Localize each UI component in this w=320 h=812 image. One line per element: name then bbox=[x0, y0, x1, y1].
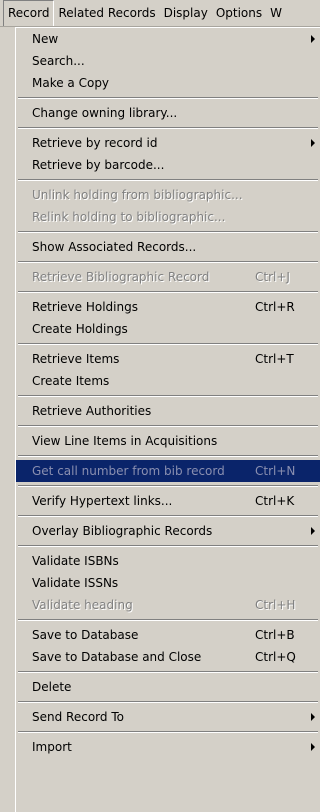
menu-item-relink-holding-to-bibliographic: Relink holding to bibliographic... bbox=[16, 206, 320, 228]
menu-separator bbox=[16, 422, 320, 430]
menu-item-new[interactable]: New bbox=[16, 28, 320, 50]
menu-separator bbox=[16, 616, 320, 624]
menu-item-shortcut: Ctrl+R bbox=[255, 300, 295, 314]
menu-item-label: Unlink holding from bibliographic... bbox=[32, 188, 243, 202]
menu-separator bbox=[16, 452, 320, 460]
menu-item-label: Validate ISBNs bbox=[32, 554, 119, 568]
menu-item-label: Save to Database and Close bbox=[32, 650, 202, 664]
menu-item-label: Retrieve Holdings bbox=[32, 300, 138, 314]
menu-item-label: View Line Items in Acquisitions bbox=[32, 434, 218, 448]
record-dropdown-menu: New Search... Make a Copy Change owning lib… bbox=[15, 27, 320, 812]
menu-item-label: Retrieve by barcode... bbox=[32, 158, 165, 172]
menu-item-send-record-to[interactable]: Send Record To bbox=[16, 706, 320, 728]
menu-item-label: Relink holding to bibliographic... bbox=[32, 210, 226, 224]
menu-separator bbox=[16, 482, 320, 490]
menu-item-retrieve-bibliographic-record: Retrieve Bibliographic Record Ctrl+J bbox=[16, 266, 320, 288]
menu-item-shortcut: Ctrl+K bbox=[255, 494, 295, 508]
menu-separator bbox=[16, 728, 320, 736]
menu-item-shortcut: Ctrl+J bbox=[255, 270, 290, 284]
menu-item-retrieve-authorities[interactable]: Retrieve Authorities bbox=[16, 400, 320, 422]
menu-item-verify-hypertext-links[interactable]: Verify Hypertext links... Ctrl+K bbox=[16, 490, 320, 512]
menu-separator bbox=[16, 258, 320, 266]
menu-item-overlay-bibliographic-records[interactable]: Overlay Bibliographic Records bbox=[16, 520, 320, 542]
menu-item-label: Retrieve Authorities bbox=[32, 404, 152, 418]
menu-item-label: Retrieve Bibliographic Record bbox=[32, 270, 210, 284]
submenu-arrow-icon bbox=[311, 139, 315, 147]
menu-separator bbox=[16, 392, 320, 400]
menu-item-get-call-number-from-bib-record[interactable]: Get call number from bib record Ctrl+N bbox=[16, 460, 320, 482]
menu-item-label: New bbox=[32, 32, 59, 46]
menu-item-retrieve-holdings[interactable]: Retrieve Holdings Ctrl+R bbox=[16, 296, 320, 318]
menu-item-show-associated-records[interactable]: Show Associated Records... bbox=[16, 236, 320, 258]
menu-item-label: Retrieve by record id bbox=[32, 136, 158, 150]
menu-separator bbox=[16, 542, 320, 550]
submenu-arrow-icon bbox=[311, 743, 315, 751]
menu-item-label: Show Associated Records... bbox=[32, 240, 197, 254]
menu-item-shortcut: Ctrl+N bbox=[255, 464, 296, 478]
menu-item-label: Create Holdings bbox=[32, 322, 128, 336]
menu-item-delete[interactable]: Delete bbox=[16, 676, 320, 698]
menu-separator bbox=[16, 176, 320, 184]
menu-item-validate-isbns[interactable]: Validate ISBNs bbox=[16, 550, 320, 572]
submenu-arrow-icon bbox=[311, 527, 315, 535]
menu-item-make-a-copy[interactable]: Make a Copy bbox=[16, 72, 320, 94]
menu-item-label: Create Items bbox=[32, 374, 110, 388]
menu-item-validate-heading: Validate heading Ctrl+H bbox=[16, 594, 320, 616]
menu-item-view-line-items-in-acquisitions[interactable]: View Line Items in Acquisitions bbox=[16, 430, 320, 452]
menu-item-search[interactable]: Search... bbox=[16, 50, 320, 72]
menu-item-label: Delete bbox=[32, 680, 72, 694]
menu-item-retrieve-by-barcode[interactable]: Retrieve by barcode... bbox=[16, 154, 320, 176]
submenu-arrow-icon bbox=[311, 35, 315, 43]
menu-item-retrieve-items[interactable]: Retrieve Items Ctrl+T bbox=[16, 348, 320, 370]
menu-item-label: Search... bbox=[32, 54, 85, 68]
menu-separator bbox=[16, 340, 320, 348]
menu-bar: Record Related Records Display Options W bbox=[0, 0, 320, 27]
menubar-item-display[interactable]: Display bbox=[160, 0, 212, 26]
menu-separator bbox=[16, 512, 320, 520]
menu-item-label: Send Record To bbox=[32, 710, 124, 724]
menu-item-label: Get call number from bib record bbox=[32, 464, 225, 478]
menu-item-unlink-holding-from-bibliographic: Unlink holding from bibliographic... bbox=[16, 184, 320, 206]
menu-separator bbox=[16, 668, 320, 676]
menubar-item-options[interactable]: Options bbox=[212, 0, 266, 26]
menu-item-save-to-database[interactable]: Save to Database Ctrl+B bbox=[16, 624, 320, 646]
menu-item-import[interactable]: Import bbox=[16, 736, 320, 758]
menu-item-save-to-database-and-close[interactable]: Save to Database and Close Ctrl+Q bbox=[16, 646, 320, 668]
menu-item-create-items[interactable]: Create Items bbox=[16, 370, 320, 392]
menu-separator bbox=[16, 94, 320, 102]
menu-item-label: Verify Hypertext links... bbox=[32, 494, 173, 508]
menu-item-shortcut: Ctrl+H bbox=[255, 598, 296, 612]
menu-separator bbox=[16, 698, 320, 706]
menu-item-label: Overlay Bibliographic Records bbox=[32, 524, 213, 538]
menu-item-label: Save to Database bbox=[32, 628, 139, 642]
menu-separator bbox=[16, 124, 320, 132]
menu-item-label: Import bbox=[32, 740, 72, 754]
menu-item-create-holdings[interactable]: Create Holdings bbox=[16, 318, 320, 340]
menubar-item-related-records[interactable]: Related Records bbox=[54, 0, 159, 26]
menu-item-retrieve-by-record-id[interactable]: Retrieve by record id bbox=[16, 132, 320, 154]
menu-item-shortcut: Ctrl+Q bbox=[255, 650, 296, 664]
menu-item-label: Change owning library... bbox=[32, 106, 178, 120]
menu-item-validate-issns[interactable]: Validate ISSNs bbox=[16, 572, 320, 594]
menu-item-shortcut: Ctrl+T bbox=[255, 352, 294, 366]
menu-item-label: Validate heading bbox=[32, 598, 133, 612]
menu-item-label: Make a Copy bbox=[32, 76, 110, 90]
menubar-item-w[interactable]: W bbox=[266, 0, 286, 26]
menu-item-label: Validate ISSNs bbox=[32, 576, 119, 590]
menubar-item-record[interactable]: Record bbox=[3, 0, 55, 26]
menu-separator bbox=[16, 288, 320, 296]
menu-item-shortcut: Ctrl+B bbox=[255, 628, 295, 642]
menu-item-change-owning-library[interactable]: Change owning library... bbox=[16, 102, 320, 124]
menu-item-label: Retrieve Items bbox=[32, 352, 120, 366]
submenu-arrow-icon bbox=[311, 713, 315, 721]
menu-separator bbox=[16, 228, 320, 236]
